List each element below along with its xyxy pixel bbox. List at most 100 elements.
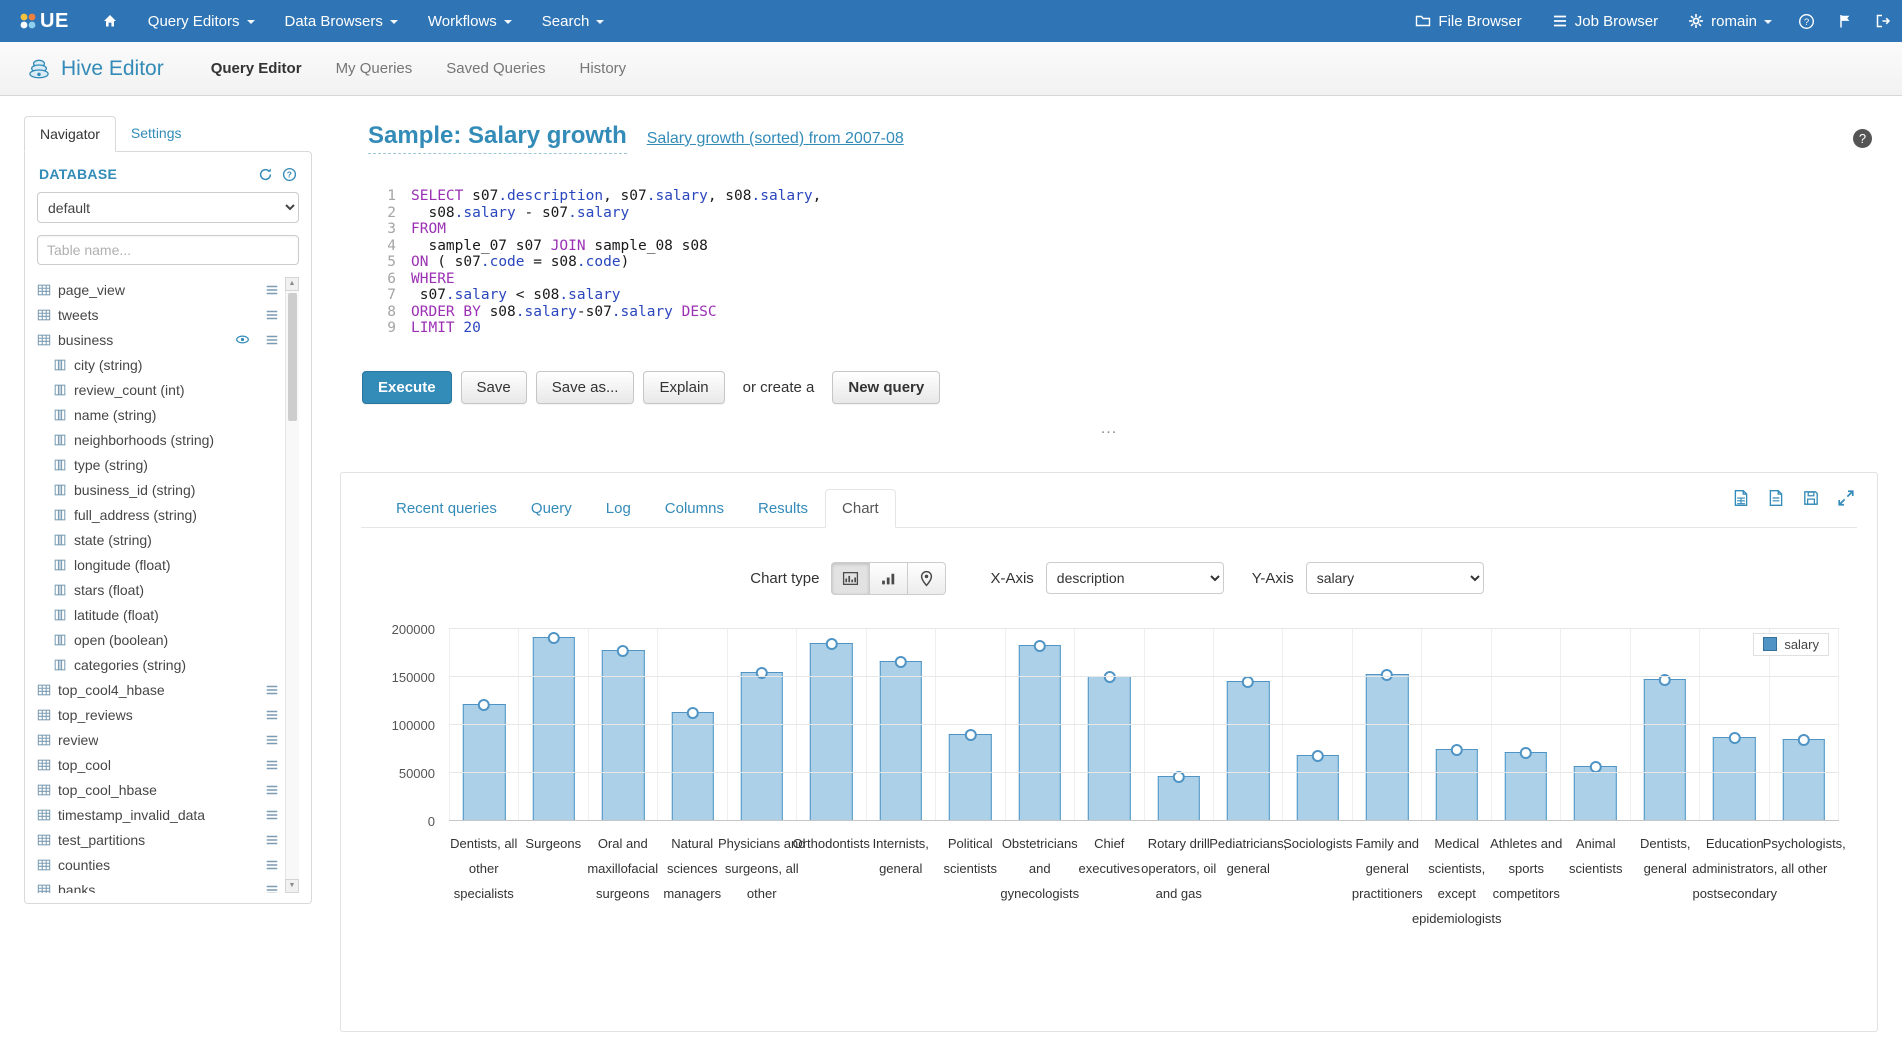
table-item[interactable]: timestamp_invalid_data: [37, 802, 279, 827]
bar[interactable]: [1158, 776, 1200, 820]
column-item[interactable]: type (string): [37, 452, 279, 477]
hue-logo[interactable]: UE: [0, 0, 87, 42]
column-item[interactable]: full_address (string): [37, 502, 279, 527]
bar[interactable]: [1227, 681, 1269, 820]
column-item[interactable]: stars (float): [37, 577, 279, 602]
home-button[interactable]: [87, 0, 133, 42]
table-item[interactable]: banks: [37, 877, 279, 893]
bar[interactable]: [1296, 755, 1338, 820]
logout-button[interactable]: [1864, 0, 1902, 42]
download-xls-icon[interactable]: [1732, 489, 1750, 507]
table-item[interactable]: test_partitions: [37, 827, 279, 852]
menu-query-editors[interactable]: Query Editors: [133, 0, 270, 42]
sql-editor[interactable]: 123456789 SELECT s07.description, s07.sa…: [356, 188, 1878, 337]
flag-button[interactable]: [1826, 0, 1864, 42]
save-button[interactable]: Save: [461, 371, 527, 404]
bar[interactable]: [1088, 676, 1130, 821]
column-item[interactable]: categories (string): [37, 652, 279, 677]
table-item[interactable]: counties: [37, 852, 279, 877]
table-item[interactable]: tweets: [37, 302, 279, 327]
results-tab-query[interactable]: Query: [514, 489, 589, 528]
browse-data-icon[interactable]: [265, 883, 279, 894]
query-description-link[interactable]: Salary growth (sorted) from 2007-08: [647, 130, 904, 148]
column-item[interactable]: open (boolean): [37, 627, 279, 652]
table-item[interactable]: business: [37, 327, 279, 352]
results-tab-results[interactable]: Results: [741, 489, 825, 528]
browse-data-icon[interactable]: [265, 758, 279, 772]
expand-results-icon[interactable]: [1837, 489, 1855, 507]
table-item[interactable]: top_cool: [37, 752, 279, 777]
tab-settings[interactable]: Settings: [116, 116, 197, 151]
column-item[interactable]: city (string): [37, 352, 279, 377]
bar[interactable]: [1366, 674, 1408, 821]
column-item[interactable]: state (string): [37, 527, 279, 552]
download-csv-icon[interactable]: [1767, 489, 1785, 507]
bar[interactable]: [1019, 645, 1061, 821]
column-item[interactable]: name (string): [37, 402, 279, 427]
menu-search[interactable]: Search: [527, 0, 620, 42]
refresh-icon[interactable]: [258, 167, 273, 182]
grouped-bar-chart-button[interactable]: [831, 562, 870, 595]
preview-eye-icon[interactable]: [235, 332, 250, 347]
file-browser-button[interactable]: File Browser: [1400, 0, 1536, 42]
y-axis-select[interactable]: salary: [1306, 562, 1484, 594]
browse-data-icon[interactable]: [265, 833, 279, 847]
table-item[interactable]: top_cool4_hbase: [37, 677, 279, 702]
column-item[interactable]: review_count (int): [37, 377, 279, 402]
app-title[interactable]: Hive Editor: [26, 56, 164, 82]
results-tab-log[interactable]: Log: [589, 489, 648, 528]
bar[interactable]: [1435, 749, 1477, 820]
browse-data-icon[interactable]: [265, 733, 279, 747]
table-item[interactable]: review: [37, 727, 279, 752]
browse-data-icon[interactable]: [265, 333, 279, 347]
bar[interactable]: [1783, 739, 1825, 821]
browse-data-icon[interactable]: [265, 858, 279, 872]
tab-navigator[interactable]: Navigator: [24, 116, 116, 152]
user-menu[interactable]: romain: [1673, 0, 1787, 42]
menu-data-browsers[interactable]: Data Browsers: [270, 0, 413, 42]
results-tab-chart[interactable]: Chart: [825, 489, 896, 528]
map-marker-button[interactable]: [907, 562, 946, 595]
bar[interactable]: [949, 734, 991, 820]
column-item[interactable]: latitude (float): [37, 602, 279, 627]
results-tab-recent-queries[interactable]: Recent queries: [379, 489, 514, 528]
scrollbar[interactable]: ▲ ▼: [285, 277, 299, 893]
tab-saved-queries[interactable]: Saved Queries: [429, 50, 562, 87]
results-tab-columns[interactable]: Columns: [648, 489, 741, 528]
column-item[interactable]: business_id (string): [37, 477, 279, 502]
database-help-icon[interactable]: ?: [282, 167, 297, 182]
resize-handle[interactable]: ...: [340, 420, 1878, 438]
table-item[interactable]: top_reviews: [37, 702, 279, 727]
execute-button[interactable]: Execute: [362, 371, 452, 404]
bar[interactable]: [1505, 752, 1547, 820]
tab-query-editor[interactable]: Query Editor: [194, 50, 319, 87]
browse-data-icon[interactable]: [265, 308, 279, 322]
browse-data-icon[interactable]: [265, 283, 279, 297]
bar[interactable]: [1713, 737, 1755, 821]
editor-help-icon[interactable]: ?: [1853, 129, 1872, 148]
scroll-up-arrow[interactable]: ▲: [285, 277, 299, 291]
browse-data-icon[interactable]: [265, 708, 279, 722]
database-select[interactable]: default: [37, 192, 299, 223]
tab-history[interactable]: History: [562, 50, 643, 87]
bar[interactable]: [880, 661, 922, 820]
table-item[interactable]: page_view: [37, 277, 279, 302]
browse-data-icon[interactable]: [265, 683, 279, 697]
column-item[interactable]: neighborhoods (string): [37, 427, 279, 452]
save-as-button[interactable]: Save as...: [536, 371, 635, 404]
job-browser-button[interactable]: Job Browser: [1537, 0, 1673, 42]
table-item[interactable]: top_cool_hbase: [37, 777, 279, 802]
sql-code[interactable]: SELECT s07.description, s07.salary, s08.…: [411, 188, 821, 337]
x-axis-select[interactable]: description: [1046, 562, 1224, 594]
bar[interactable]: [532, 637, 574, 820]
column-item[interactable]: longitude (float): [37, 552, 279, 577]
page-title[interactable]: Sample: Salary growth: [368, 122, 627, 154]
table-filter-input[interactable]: [37, 235, 299, 265]
tab-my-queries[interactable]: My Queries: [319, 50, 430, 87]
bar[interactable]: [671, 712, 713, 820]
bar[interactable]: [741, 672, 783, 821]
browse-data-icon[interactable]: [265, 808, 279, 822]
scroll-down-arrow[interactable]: ▼: [285, 879, 299, 893]
bar[interactable]: [1644, 679, 1686, 820]
help-button[interactable]: ?: [1787, 0, 1826, 42]
